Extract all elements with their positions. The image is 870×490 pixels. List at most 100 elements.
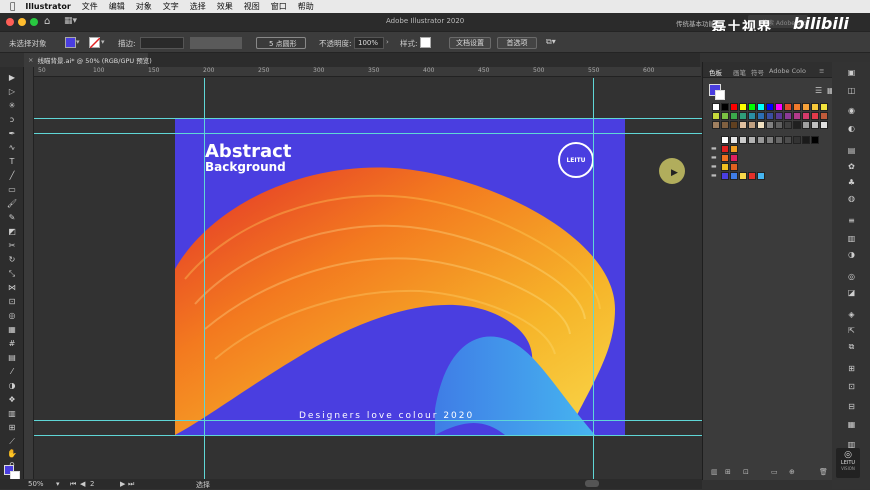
opacity-input[interactable]: 100% [354,37,384,49]
color-swatch[interactable] [748,103,756,111]
color-group-folder-icon[interactable]: ▬ [711,163,717,170]
perspective-grid-tool-icon[interactable]: ▦ [6,325,18,334]
gray-swatch[interactable] [721,136,729,144]
color-swatch[interactable] [820,103,828,111]
transform-icon[interactable]: ⊡ [846,382,857,391]
zoom-dropdown-icon[interactable]: ▾ [56,480,60,488]
color-group-folder-icon[interactable]: ▬ [711,145,717,152]
gradient-tool-icon[interactable]: ▤ [6,353,18,362]
stroke-dropdown-icon[interactable]: ▾ [101,38,105,46]
panel-menu-icon[interactable]: ≡ [819,67,824,75]
tab-symbols[interactable]: 符号 [751,67,764,77]
color-swatch[interactable] [775,121,783,129]
guide-horizontal[interactable] [34,420,702,421]
curvature-tool-icon[interactable]: ∿ [6,143,18,152]
variable-width-profile[interactable] [190,37,242,49]
color-group-folder-icon[interactable]: ▬ [711,154,717,161]
graphic-style-swatch[interactable] [420,37,431,48]
group-swatch[interactable] [721,145,729,153]
guide-horizontal[interactable] [34,133,702,134]
artboard-tool-icon[interactable]: ⊞ [6,423,18,432]
color-swatch[interactable] [811,121,819,129]
artboard[interactable]: Abstract Background LEITU Designers love… [175,119,625,435]
color-swatch[interactable] [721,103,729,111]
color-swatch[interactable] [748,121,756,129]
gray-swatch[interactable] [775,136,783,144]
color-icon[interactable]: ◉ [846,106,857,115]
menu-view[interactable]: 视图 [244,1,260,12]
color-swatch[interactable] [775,103,783,111]
close-window-button[interactable] [6,18,14,26]
export-icon[interactable]: ⇱ [846,326,857,335]
gray-swatch[interactable] [793,136,801,144]
gray-swatch[interactable] [739,136,747,144]
opacity-arrow-icon[interactable]: › [386,38,389,46]
brushes-icon[interactable]: ✿ [846,162,857,171]
preferences-button[interactable]: 首选项 [497,37,537,49]
new-swatch-icon[interactable]: ⊕ [789,468,795,476]
eraser-tool-icon[interactable]: ◩ [6,227,18,236]
gray-swatch[interactable] [730,136,738,144]
gray-swatch[interactable] [748,136,756,144]
color-swatch[interactable] [766,103,774,111]
menu-edit[interactable]: 编辑 [109,1,125,12]
color-swatch[interactable] [793,103,801,111]
color-swatch[interactable] [793,121,801,129]
color-swatch[interactable] [820,121,828,129]
free-transform-tool-icon[interactable]: ⊡ [6,297,18,306]
guide-horizontal[interactable] [34,435,702,436]
fill-swatch[interactable] [65,37,76,48]
app-menu[interactable]: Illustrator [25,2,70,11]
color-guide-icon[interactable]: ◐ [846,124,857,133]
hand-tool-icon[interactable]: ✋ [6,449,18,458]
swatch-options-icon[interactable]: ⊡ [743,468,749,476]
direct-selection-tool-icon[interactable]: ▷ [6,87,18,96]
color-swatch[interactable] [712,103,720,111]
brush-definition-select[interactable]: 5 点圆形 [256,37,306,49]
next-artboard-icon[interactable]: ▶ [120,480,125,488]
shaper-tool-icon[interactable]: ✎ [6,213,18,222]
group-swatch[interactable] [739,172,747,180]
properties-icon[interactable]: ▣ [846,68,857,77]
color-swatch[interactable] [712,121,720,129]
color-swatch[interactable] [757,121,765,129]
scissors-tool-icon[interactable]: ✂ [6,241,18,250]
shape-builder-tool-icon[interactable]: ◎ [6,311,18,320]
pen-tool-icon[interactable]: ✒ [6,129,18,138]
slice-tool-icon[interactable]: ⟋ [6,437,18,446]
color-swatch[interactable] [802,112,810,120]
home-icon[interactable]: ⌂ [44,16,50,27]
paintbrush-tool-icon[interactable]: 🖌 [6,199,18,208]
width-tool-icon[interactable]: ⋈ [6,283,18,292]
gray-swatch[interactable] [802,136,810,144]
color-swatch[interactable] [721,112,729,120]
color-swatch[interactable] [766,112,774,120]
tab-brushes[interactable]: 画笔 [733,67,746,77]
color-swatch[interactable] [802,103,810,111]
document-tab[interactable]: × 线瞄背景.ai* @ 50% (RGB/GPU 预览) [24,53,152,67]
menu-window[interactable]: 窗口 [271,1,287,12]
new-color-group-icon[interactable]: ▭ [771,468,778,476]
swatch-kind-icon[interactable]: ⊞ [725,468,731,476]
zoom-level[interactable]: 50% [28,480,44,488]
delete-swatch-icon[interactable]: 🗑 [819,468,828,476]
vertical-ruler[interactable] [24,67,34,480]
symbol-sprayer-tool-icon[interactable]: ❖ [6,395,18,404]
eyedropper-tool-icon[interactable]: ⁄ [6,367,18,376]
horizontal-ruler[interactable]: 50 100 150 200 250 300 350 400 450 500 5… [34,67,701,77]
guide-vertical[interactable] [204,78,205,479]
type-tool-icon[interactable]: T [6,157,18,166]
menu-help[interactable]: 帮助 [298,1,314,12]
stroke-panel-icon[interactable]: ≡ [846,216,857,225]
color-swatch[interactable] [784,103,792,111]
color-group-folder-icon[interactable]: ▬ [711,172,717,179]
color-swatch[interactable] [766,121,774,129]
color-swatch[interactable] [739,121,747,129]
color-swatch[interactable] [811,103,819,111]
gray-swatch[interactable] [784,136,792,144]
layers-icon[interactable]: ◈ [846,310,857,319]
color-swatch[interactable] [730,112,738,120]
tab-swatches[interactable]: 色板 [709,67,722,77]
minimize-window-button[interactable] [18,18,26,26]
color-swatch[interactable] [775,112,783,120]
